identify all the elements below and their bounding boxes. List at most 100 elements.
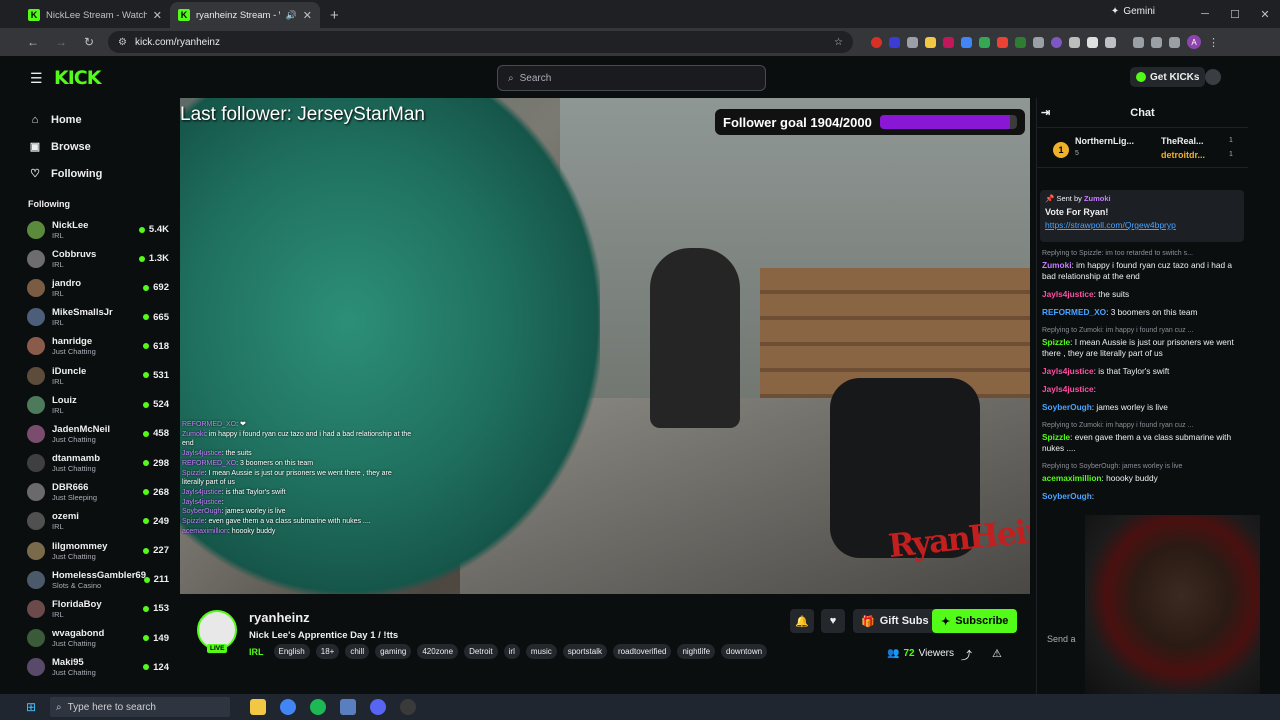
extension-icon[interactable] [907, 36, 918, 48]
extension-icon[interactable] [1051, 36, 1062, 48]
minimize-icon[interactable]: ─ [1190, 0, 1220, 28]
taskbar-search[interactable]: ⌕ Type here to search [50, 697, 230, 717]
user-avatar[interactable] [1205, 69, 1221, 85]
report-icon[interactable]: ⚠ [992, 647, 1002, 660]
file-explorer-icon[interactable] [250, 699, 266, 715]
follow-heart-button[interactable]: ♥ [821, 609, 845, 633]
chat-message[interactable]: Replying to Spizzle: im too retarded to … [1042, 248, 1242, 282]
extension-icon[interactable] [889, 36, 900, 48]
downloads-icon[interactable] [1151, 36, 1162, 48]
extension-icon[interactable] [997, 36, 1008, 48]
chat-username[interactable]: SoyberOugh [1042, 491, 1092, 501]
stream-tag[interactable]: downtown [721, 644, 768, 659]
pinned-user[interactable]: Zumoki [1084, 194, 1111, 203]
nav-home[interactable]: ⌂ Home [23, 106, 175, 133]
speaker-icon[interactable]: 🔊 [286, 10, 297, 21]
following-channel[interactable]: ozemi IRL 249 [23, 507, 175, 536]
chat-message[interactable]: SoyberOugh: [1042, 491, 1242, 502]
stream-tag[interactable]: nightlife [677, 644, 716, 659]
extension-icon[interactable] [1069, 36, 1080, 48]
following-channel[interactable]: HomelessGambler69 Slots & Casino 211 [23, 565, 175, 594]
pinned-link[interactable]: https://strawpoll.com/Qrgew4bpryp [1045, 220, 1239, 230]
subscribe-button[interactable]: ✦ Subscribe [932, 609, 1018, 633]
chat-message[interactable]: Jayls4justice: [1042, 384, 1242, 395]
extension-icon[interactable] [1015, 36, 1026, 48]
chat-message[interactable]: Jayls4justice: the suits [1042, 289, 1242, 300]
stream-category[interactable]: IRL [249, 647, 264, 657]
following-channel[interactable]: FloridaBoy IRL 153 [23, 594, 175, 623]
stream-tag[interactable]: irl [503, 644, 520, 659]
close-tab-icon[interactable]: ✕ [153, 9, 162, 22]
following-channel[interactable]: Cobbruvs IRL 1.3K [23, 244, 175, 273]
leader-name[interactable]: detroitdr... [1161, 150, 1205, 160]
search-input[interactable]: ⌕ Search [497, 65, 766, 91]
pinned-message[interactable]: 📌 Sent by Zumoki Vote For Ryan! https://… [1040, 190, 1244, 242]
leader-name[interactable]: NorthernLig... [1075, 136, 1134, 146]
chat-username[interactable]: Spizzle [1042, 432, 1070, 442]
maximize-icon[interactable]: ☐ [1220, 0, 1250, 28]
following-channel[interactable]: wvagabond Just Chatting 149 [23, 624, 175, 653]
stream-tag[interactable]: gaming [375, 644, 412, 659]
chat-username[interactable]: acemaximillion [1042, 473, 1102, 483]
following-channel[interactable]: iDuncle IRL 531 [23, 361, 175, 390]
chat-message[interactable]: Replying to SoyberOugh: james worley is … [1042, 461, 1242, 484]
windows-start-icon[interactable]: ⊞ [20, 694, 42, 720]
address-bar[interactable]: ⚙ kick.com/ryanheinz ☆ [108, 31, 853, 53]
reload-icon[interactable]: ↻ [80, 35, 98, 49]
stream-tag[interactable]: roadtoverified [612, 644, 672, 659]
discord-icon[interactable] [370, 699, 386, 715]
chat-message[interactable]: Replying to Zumoki: im happy i found rya… [1042, 325, 1242, 359]
forward-icon[interactable]: → [52, 35, 70, 49]
back-icon[interactable]: ← [24, 35, 42, 49]
puzzle-extensions-icon[interactable] [1105, 36, 1116, 48]
gift-subs-button[interactable]: 🎁 Gift Subs [853, 609, 937, 633]
stream-tag[interactable]: sportstalk [562, 644, 607, 659]
new-tab-button[interactable]: + [320, 2, 349, 28]
following-channel[interactable]: DBR666 Just Sleeping 268 [23, 478, 175, 507]
following-channel[interactable]: JadenMcNeil Just Chatting 458 [23, 419, 175, 448]
stream-tag[interactable]: English [273, 644, 310, 659]
following-channel[interactable]: MikeSmallsJr IRL 665 [23, 303, 175, 332]
chat-username[interactable]: REFORMED_XO [1042, 307, 1106, 317]
extension-icon[interactable] [1087, 36, 1098, 48]
following-channel[interactable]: dtanmamb Just Chatting 298 [23, 449, 175, 478]
following-channel[interactable]: lilgmommey Just Chatting 227 [23, 536, 175, 565]
chat-username[interactable]: Jayls4justice [1042, 289, 1094, 299]
following-channel[interactable]: jandro IRL 692 [23, 273, 175, 302]
notification-bell-button[interactable]: 🔔 [790, 609, 814, 633]
spotify-icon[interactable] [310, 699, 326, 715]
menu-kebab-icon[interactable]: ⋮ [1208, 36, 1219, 49]
get-kicks-button[interactable]: Get KICKs [1130, 67, 1206, 87]
sidebar-icon[interactable] [1133, 36, 1144, 48]
chat-message[interactable]: REFORMED_XO: 3 boomers on this team [1042, 307, 1242, 318]
browser-tab[interactable]: K NickLee Stream - Watch Live on ✕ [20, 2, 170, 28]
nav-browse[interactable]: ▣ Browse [23, 133, 175, 160]
chat-username[interactable]: SoyberOugh [1042, 402, 1092, 412]
obs-icon[interactable] [400, 699, 416, 715]
chat-username[interactable]: Jayls4justice [1042, 384, 1094, 394]
extension-icon[interactable] [871, 36, 882, 48]
extension-icon[interactable] [943, 36, 954, 48]
leader-name[interactable]: TheReal... [1161, 136, 1204, 146]
chrome-icon[interactable] [280, 699, 296, 715]
chat-message[interactable]: Jayls4justice: is that Taylor's swift [1042, 366, 1242, 377]
close-tab-icon[interactable]: ✕ [303, 9, 312, 22]
bookmark-star-icon[interactable]: ☆ [834, 37, 843, 48]
streamer-name[interactable]: ryanheinz [249, 610, 310, 625]
chat-message[interactable]: Replying to Zumoki: im happy i found rya… [1042, 420, 1242, 454]
video-player[interactable]: Last follower: JerseyStarMan Follower go… [180, 98, 1030, 594]
stream-tag[interactable]: chill [345, 644, 370, 659]
stream-tag[interactable]: 18+ [315, 644, 340, 659]
extension-icon[interactable] [1033, 36, 1044, 48]
extension-icon[interactable] [925, 36, 936, 48]
app-icon[interactable] [340, 699, 356, 715]
site-info-icon[interactable]: ⚙ [118, 37, 127, 48]
stream-tag[interactable]: 420zone [417, 644, 459, 659]
stream-tag[interactable]: music [525, 644, 557, 659]
share-icon[interactable]: ⤴ [961, 647, 972, 663]
extension-icon[interactable] [979, 36, 990, 48]
chat-username[interactable]: Zumoki [1042, 260, 1072, 270]
chat-message[interactable]: SoyberOugh: james worley is live [1042, 402, 1242, 413]
nav-following[interactable]: ♡ Following [23, 160, 175, 187]
gemini-button[interactable]: ✦ Gemini [1111, 6, 1155, 17]
